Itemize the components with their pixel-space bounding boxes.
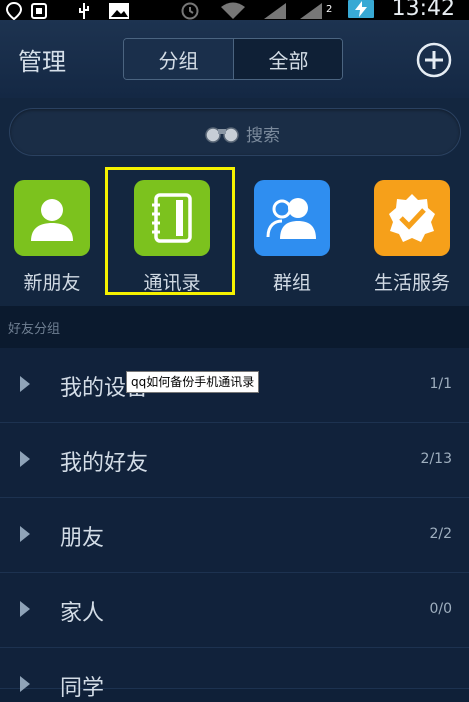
signal-icon [264, 3, 286, 19]
status-time: 13:42 [391, 0, 455, 21]
group-count: 0/0 [429, 601, 452, 617]
group-row[interactable]: 家人 0/0 [0, 573, 469, 648]
expand-arrow-icon [20, 601, 30, 617]
expand-arrow-icon [20, 526, 30, 542]
quick-label: 群组 [272, 272, 311, 294]
section-title: 好友分组 [8, 322, 61, 337]
entry-new-friends[interactable]: 新朋友 [0, 180, 107, 298]
search-input[interactable]: 搜索 [9, 108, 461, 156]
group-row[interactable]: 同学 [0, 648, 469, 701]
battery-icon [348, 0, 374, 18]
group-name: 同学 [60, 676, 105, 701]
group-row[interactable]: 我的好友 2/13 [0, 423, 469, 498]
expand-arrow-icon [20, 676, 30, 692]
expand-arrow-icon [20, 451, 30, 467]
tooltip: qq如何备份手机通讯录 [126, 371, 260, 393]
group-list: 我的设备 1/1 我的好友 2/13 朋友 2/2 家人 0/0 同学 [0, 348, 469, 701]
wifi-icon [221, 2, 245, 19]
group-name: 家人 [60, 601, 105, 626]
quick-label: 新朋友 [23, 272, 81, 294]
highlight-box [105, 167, 235, 295]
person-icon [31, 199, 73, 241]
group-count: 2/13 [420, 451, 452, 467]
entry-life-services[interactable]: 生活服务 [357, 180, 467, 298]
page-title[interactable]: 管理 [18, 42, 66, 77]
location-icon [6, 2, 22, 20]
status-bar: 2 13:42 [0, 0, 469, 21]
binoculars-icon [205, 127, 239, 143]
search-placeholder: 搜索 [246, 126, 280, 146]
group-icon [266, 198, 316, 239]
image-icon [109, 3, 129, 19]
group-count: 1/1 [429, 376, 452, 392]
expand-arrow-icon [20, 376, 30, 392]
header: 管理 分组 全部 [0, 20, 469, 99]
tab-all[interactable]: 全部 [234, 39, 342, 79]
entry-groups[interactable]: 群组 [237, 180, 347, 298]
alarm-icon [181, 2, 199, 20]
group-name: 朋友 [60, 526, 105, 551]
life-services-tile [374, 180, 450, 256]
nfc-icon [31, 3, 47, 19]
group-row[interactable]: 朋友 2/2 [0, 498, 469, 573]
usb-icon [79, 3, 89, 19]
section-header: 好友分组 [0, 306, 469, 348]
group-name: 我的好友 [60, 451, 149, 476]
new-friends-tile [14, 180, 90, 256]
quick-label: 生活服务 [373, 272, 450, 294]
search-bar: 搜索 [0, 98, 469, 168]
signal-2-icon [300, 3, 322, 19]
tab-groups[interactable]: 分组 [124, 39, 234, 79]
sim-slot-label: 2 [326, 4, 333, 15]
group-count: 2/2 [429, 526, 452, 542]
groups-tile [254, 180, 330, 256]
verified-badge-icon [389, 194, 435, 242]
view-switcher: 分组 全部 [123, 38, 343, 80]
add-icon[interactable] [416, 42, 452, 78]
